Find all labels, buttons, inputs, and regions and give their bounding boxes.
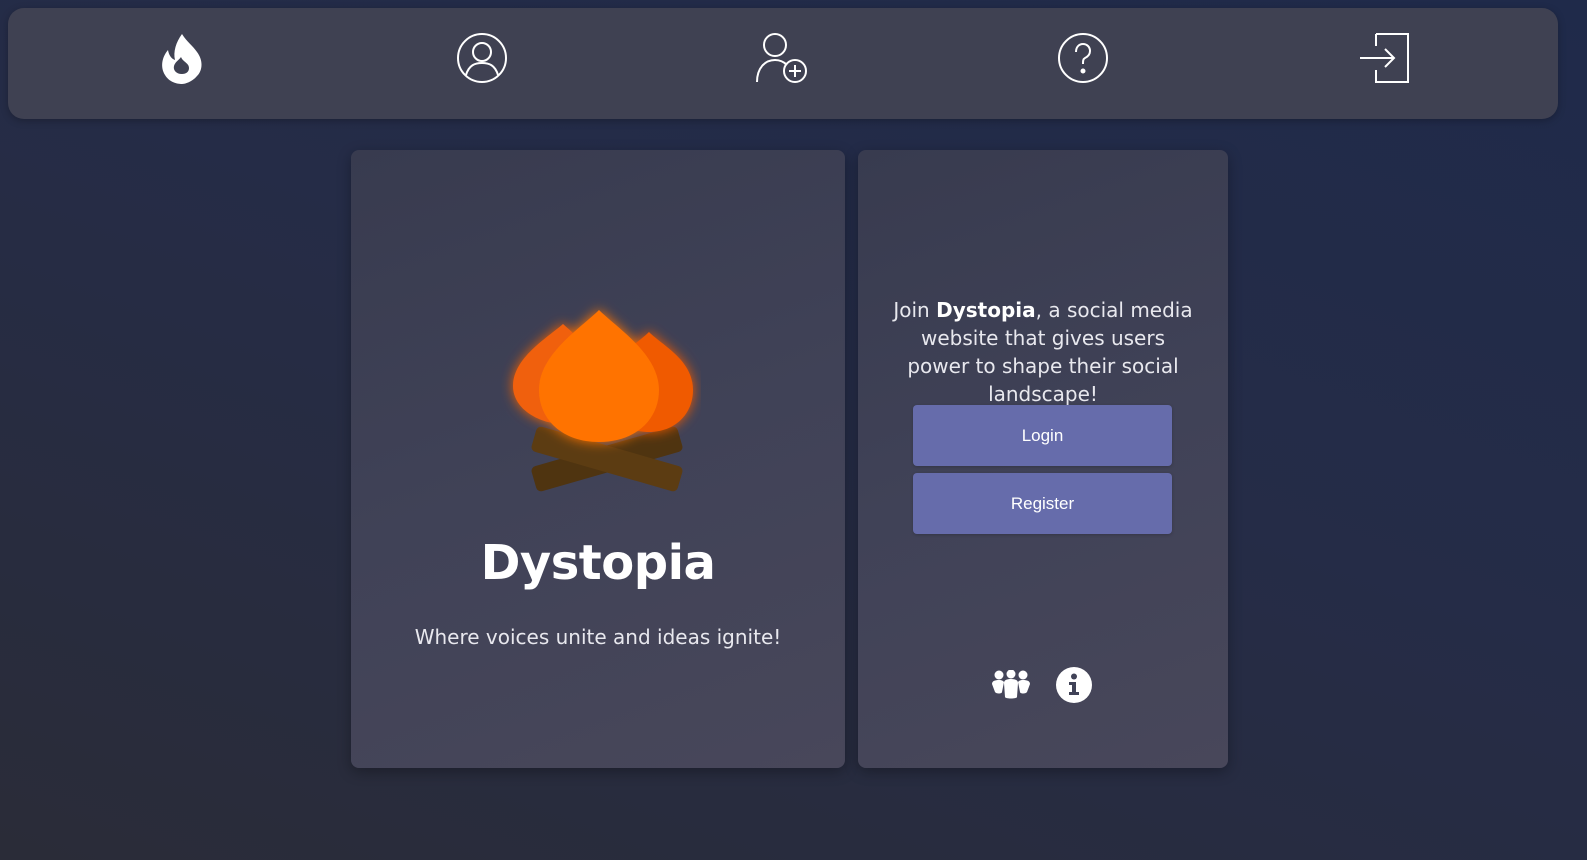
- question-circle-icon: [1058, 33, 1108, 83]
- campfire-logo: [501, 298, 701, 517]
- nav-home-button[interactable]: [152, 28, 212, 88]
- top-navbar: [8, 8, 1558, 119]
- intro-prefix: Join: [893, 298, 937, 322]
- flame-icon: [162, 34, 202, 84]
- nav-login-button[interactable]: [1354, 28, 1414, 88]
- register-button[interactable]: Register: [913, 473, 1172, 534]
- nav-help-button[interactable]: [1053, 28, 1113, 88]
- users-icon: [992, 670, 1030, 699]
- brand-card: Dystopia Where voices unite and ideas ig…: [351, 150, 845, 768]
- info-button[interactable]: [1054, 665, 1094, 705]
- nav-profile-button[interactable]: [452, 28, 512, 88]
- nav-add-user-button[interactable]: [752, 28, 812, 88]
- user-plus-icon: [756, 33, 807, 83]
- brand-title: Dystopia: [480, 535, 716, 591]
- footer-icons: [858, 665, 1228, 705]
- sign-in-icon: [1360, 33, 1409, 83]
- brand-tagline: Where voices unite and ideas ignite!: [414, 625, 782, 649]
- join-card: Join Dystopia, a social media website th…: [858, 150, 1228, 768]
- intro-brand: Dystopia: [936, 298, 1036, 322]
- user-circle-icon: [457, 33, 507, 83]
- intro-text: Join Dystopia, a social media website th…: [888, 296, 1198, 408]
- community-button[interactable]: [991, 665, 1031, 705]
- campfire-icon: [513, 310, 693, 492]
- info-icon: [1056, 667, 1092, 703]
- login-button[interactable]: Login: [913, 405, 1172, 466]
